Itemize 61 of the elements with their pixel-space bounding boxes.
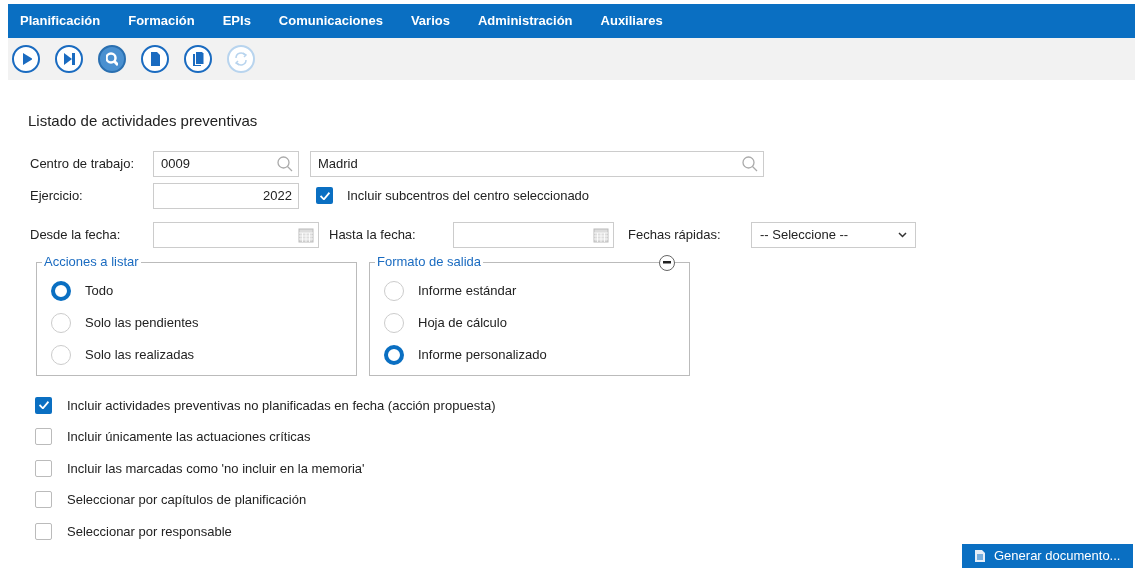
search-icon (741, 154, 759, 173)
name-field[interactable]: Madrid (310, 150, 764, 177)
radio-button[interactable] (384, 344, 404, 365)
document-icon (974, 549, 986, 563)
menu-item[interactable]: Planificación (20, 11, 101, 31)
radio-label: Todo (85, 281, 114, 300)
play-button[interactable] (12, 45, 40, 73)
document-button[interactable] (141, 45, 169, 73)
generate-document-button[interactable]: Generar documento... (962, 544, 1133, 568)
code-field[interactable]: 0009 (153, 150, 299, 177)
menu-item[interactable]: Formación (128, 11, 195, 31)
field-label: Centro de trabajo: (30, 154, 136, 173)
checkbox-label: Incluir subcentros del centro seleccionado (347, 186, 590, 205)
collapse-button[interactable] (659, 254, 675, 271)
check-icon (319, 191, 330, 200)
skip-next-icon (63, 52, 75, 66)
date-field[interactable] (453, 221, 614, 248)
check-icon (38, 401, 49, 410)
checkbox-label: Incluir únicamente las actuaciones críticas (67, 428, 311, 446)
menu-item[interactable]: Comunicaciones (278, 11, 383, 31)
next-button[interactable] (55, 45, 83, 73)
radio-label: Hoja de cálculo (418, 313, 507, 332)
year-field[interactable]: 2022 (153, 182, 299, 209)
radio-label: Informe estándar (418, 281, 517, 300)
search-icon (276, 154, 294, 173)
radio-label: Solo las realizadas (85, 345, 195, 364)
field-label: Hasta la fecha: (329, 225, 417, 244)
field-label: Ejercicio: (30, 186, 84, 205)
page-title: Listado de actividades preventivas (28, 111, 259, 131)
quick-dates-select[interactable]: -- Seleccione -- (751, 221, 916, 248)
date-field[interactable] (153, 221, 319, 248)
checkbox-label: Seleccionar por capítulos de planificación (67, 491, 307, 509)
checkbox[interactable] (35, 428, 52, 446)
checkbox-label: Incluir las marcadas como 'no incluir en la memoria' (67, 459, 365, 478)
checkbox-label: Seleccionar por responsable (67, 522, 232, 541)
radio-label: Informe personalizado (418, 345, 547, 364)
search-button[interactable] (98, 45, 126, 73)
checkbox-label: Incluir actividades preventivas no planificadas en fecha (acción propuesta) (67, 396, 496, 415)
document-icon (149, 52, 161, 66)
search-icon (106, 52, 118, 66)
menu-item[interactable]: Varios (410, 11, 450, 31)
checkbox[interactable] (35, 491, 52, 509)
checkbox[interactable] (35, 396, 52, 414)
play-icon (20, 52, 32, 66)
checkbox[interactable] (35, 522, 52, 540)
documents-button[interactable] (184, 45, 212, 73)
calendar-icon (593, 226, 609, 243)
chevron-down-icon (898, 231, 907, 238)
radio-button[interactable] (51, 280, 71, 301)
menu-item[interactable]: EPIs (222, 11, 251, 31)
field-label: Fechas rápidas: (628, 225, 722, 244)
documents-icon (192, 52, 204, 66)
field-label: Desde la fecha: (30, 225, 122, 244)
refresh-icon (235, 52, 247, 66)
checkbox[interactable] (35, 459, 52, 477)
menu-item[interactable]: Auxiliares (600, 11, 663, 31)
calendar-icon (298, 226, 314, 243)
radio-label: Solo las pendientes (85, 313, 199, 332)
checkbox[interactable] (316, 187, 333, 204)
minus-icon (663, 261, 671, 264)
menu-item[interactable]: Administración (477, 11, 573, 31)
